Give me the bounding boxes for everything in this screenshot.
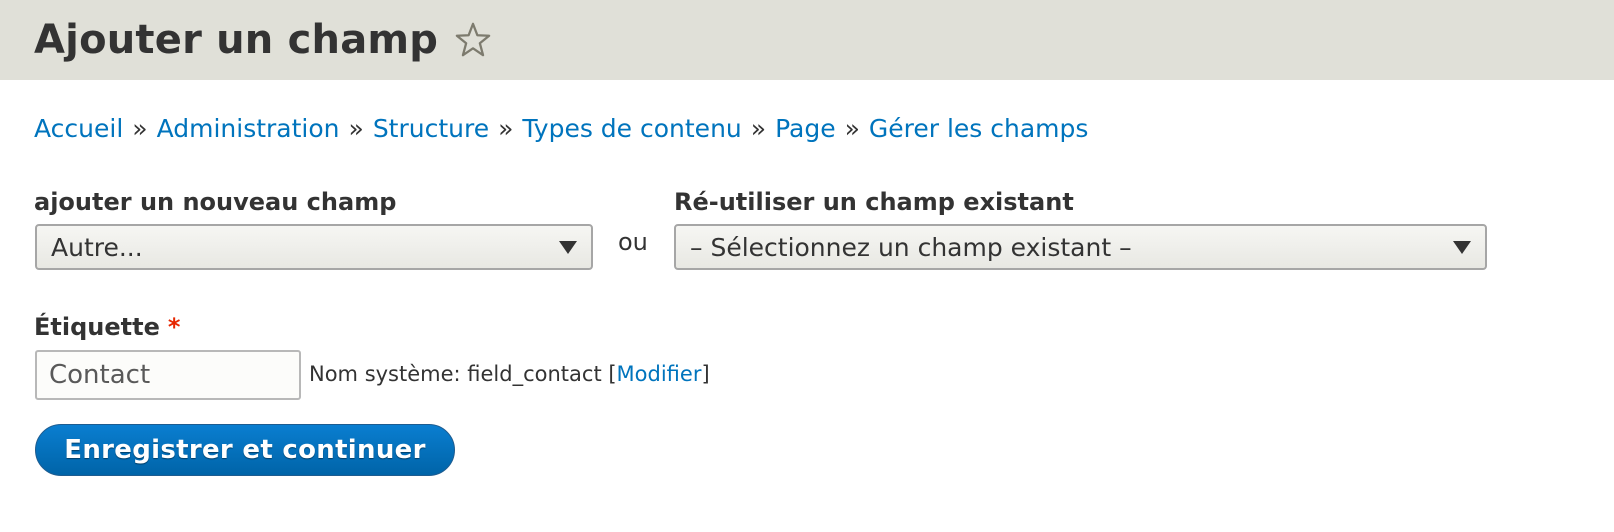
breadcrumb-separator: » [348, 114, 364, 143]
breadcrumb-separator: » [844, 114, 860, 143]
breadcrumb-link-page[interactable]: Page [775, 114, 836, 143]
breadcrumb-separator: » [750, 114, 767, 143]
label-field-text: Étiquette [34, 313, 160, 341]
breadcrumb-link-manage-fields[interactable]: Gérer les champs [869, 114, 1089, 143]
existing-field-select[interactable]: – Sélectionnez un champ existant – [674, 224, 1487, 270]
machine-name-edit-link[interactable]: Modifier [617, 362, 702, 386]
breadcrumb: Accueil » Administration » Structure » Types d… [34, 114, 1088, 143]
breadcrumb-link-structure[interactable]: Structure [373, 114, 489, 143]
breadcrumb-link-administration[interactable]: Administration [157, 114, 340, 143]
label-input[interactable] [35, 350, 301, 400]
label-field-label: Étiquette * [34, 313, 180, 341]
star-outline-icon[interactable] [454, 21, 492, 59]
machine-name-suffix: ] [701, 362, 710, 386]
breadcrumb-separator: » [132, 114, 148, 143]
existing-field-selected-value: – Sélectionnez un champ existant – [690, 232, 1132, 262]
existing-field-label: Ré-utiliser un champ existant [674, 188, 1074, 216]
page-header: Ajouter un champ [0, 0, 1614, 80]
new-field-selected-value: Autre... [51, 232, 143, 262]
machine-name: Nom système: field_contact [Modifier] [309, 362, 710, 386]
breadcrumb-link-home[interactable]: Accueil [34, 114, 123, 143]
required-marker: * [167, 313, 181, 341]
machine-name-text: Nom système: field_contact [ [309, 362, 617, 386]
new-field-label: ajouter un nouveau champ [34, 188, 397, 216]
chevron-down-icon [1453, 241, 1471, 254]
save-and-continue-button[interactable]: Enregistrer et continuer [35, 424, 455, 476]
page-title: Ajouter un champ [34, 17, 439, 63]
breadcrumb-link-content-types[interactable]: Types de contenu [522, 114, 741, 143]
breadcrumb-separator: » [498, 114, 514, 143]
new-field-type-select[interactable]: Autre... [35, 224, 593, 270]
chevron-down-icon [559, 241, 577, 254]
or-separator: ou [618, 228, 648, 256]
